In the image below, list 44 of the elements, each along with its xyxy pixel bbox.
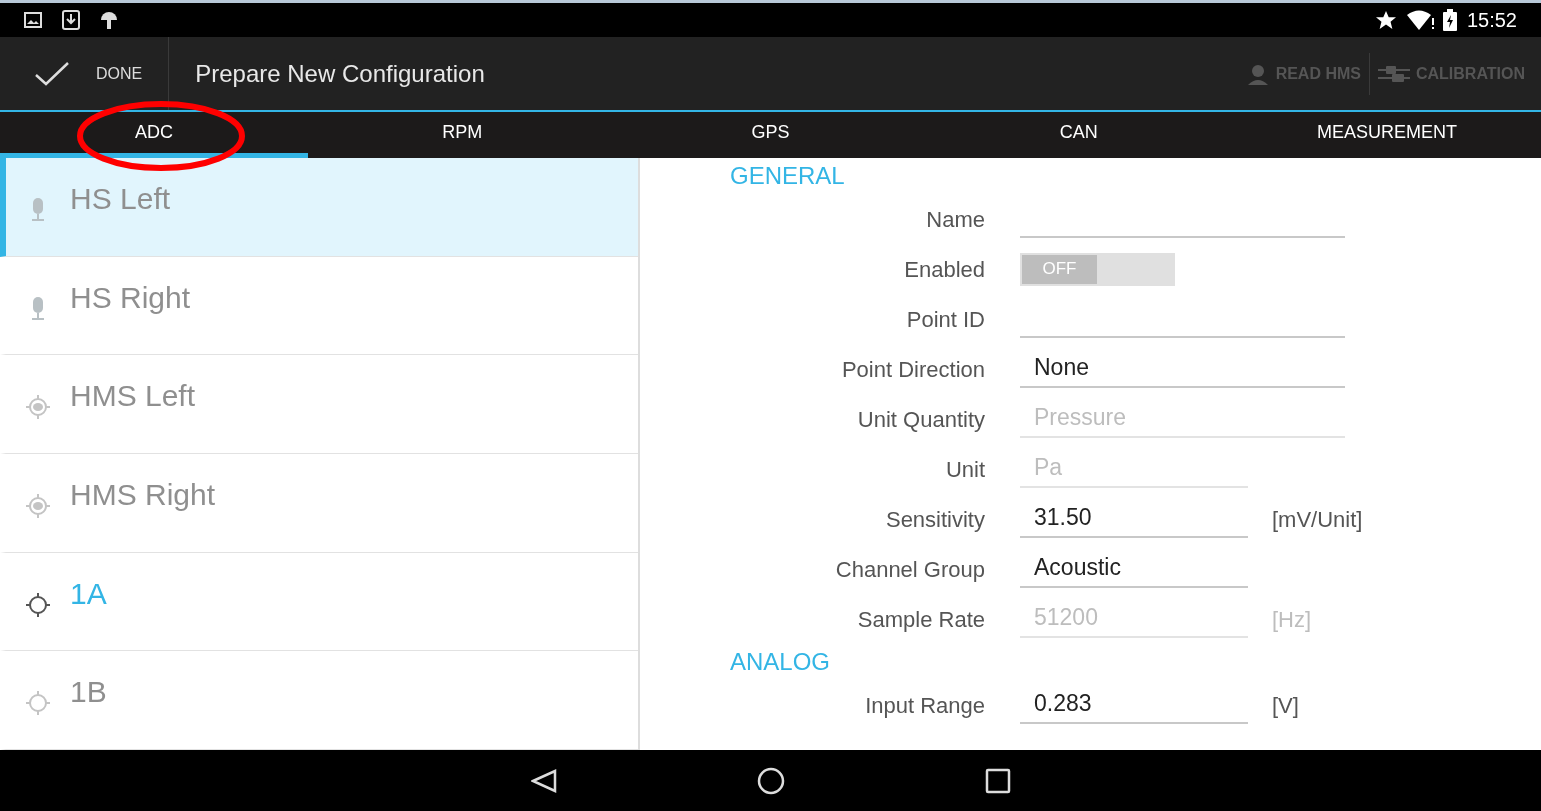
field-label: Point ID [905, 305, 986, 334]
section-heading: ANALOG [730, 647, 831, 677]
field-label: Sample Rate [856, 605, 986, 634]
channel-list-item[interactable]: HS Left [0, 158, 638, 257]
sliders-icon [1377, 64, 1410, 83]
input-field[interactable]: 31.50 [1020, 500, 1248, 538]
clock-time: 15:52 [1466, 8, 1517, 33]
back-icon[interactable] [530, 768, 557, 793]
microphone-icon [29, 196, 47, 223]
unit-label: [Hz] [1272, 605, 1312, 634]
field-label: Unit [944, 455, 986, 484]
field-label: Sensitivity [884, 505, 986, 534]
tab[interactable]: GPS [616, 112, 925, 158]
field-label: Name [925, 205, 986, 234]
star-icon [1374, 10, 1397, 30]
crosshair-icon [24, 590, 52, 619]
target-icon [24, 491, 52, 520]
toggle-switch[interactable]: OFF [1020, 252, 1175, 286]
done-button[interactable]: DONE [0, 37, 170, 110]
input-field[interactable]: None [1020, 350, 1345, 388]
input-field[interactable]: 0.283 [1020, 686, 1248, 724]
unit-label: [mV/Unit] [1272, 505, 1363, 534]
unit-label: [V] [1272, 691, 1299, 720]
target-icon [24, 393, 52, 422]
tab[interactable]: RPM [308, 112, 617, 158]
field-label: Unit Quantity [856, 405, 986, 434]
field-label: Channel Group [834, 555, 986, 584]
download-icon [62, 10, 80, 30]
recents-icon[interactable] [984, 767, 1011, 794]
field-label: Enabled [903, 255, 986, 284]
tab[interactable]: CAN [924, 112, 1233, 158]
tab[interactable]: MEASUREMENT [1232, 112, 1541, 158]
wifi-icon [1406, 10, 1435, 30]
crosshair-icon [24, 689, 52, 718]
battery-icon [1442, 9, 1457, 31]
input-field[interactable]: Acoustic [1020, 550, 1248, 588]
section-heading: GENERAL [730, 161, 845, 191]
field-label: Input Range [864, 691, 986, 720]
image-icon [24, 12, 42, 28]
screen-title: Prepare New Configuration [195, 58, 485, 89]
field-label: Point Direction [840, 355, 986, 384]
microphone-icon [29, 295, 47, 322]
home-icon[interactable] [756, 766, 785, 795]
check-icon [34, 60, 70, 87]
